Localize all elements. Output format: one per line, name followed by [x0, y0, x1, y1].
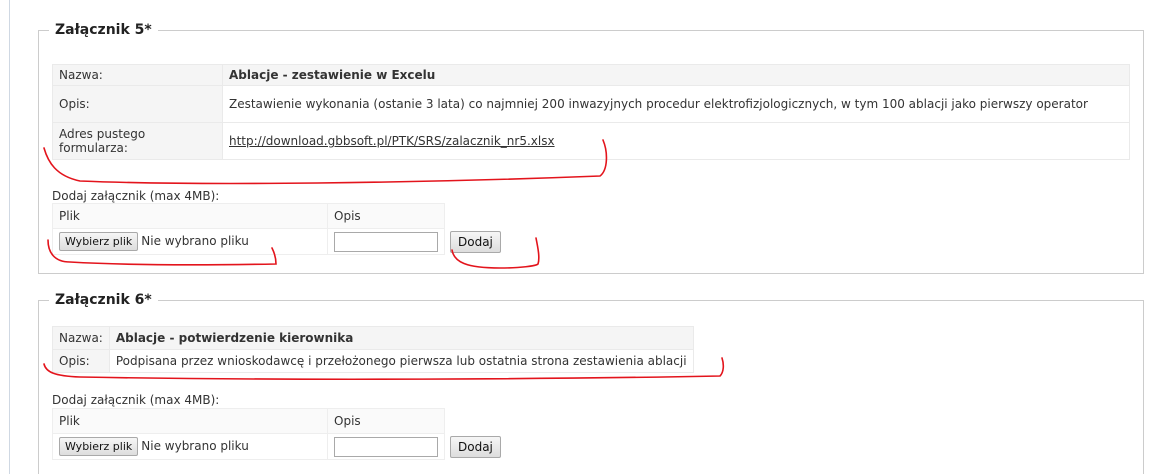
attachment-5-legend: Załącznik 5*: [55, 22, 152, 38]
description-label: Opis:: [52, 349, 110, 373]
table-row: Wybierz plik Nie wybrano pliku Dodaj: [52, 433, 507, 460]
choose-file-button[interactable]: Wybierz plik: [59, 437, 139, 456]
form-address-label: Adres pustego formularza:: [52, 122, 223, 160]
column-header-file: Plik: [52, 203, 328, 229]
form-address-value: http://download.gbbsoft.pl/PTK/SRS/zalac…: [222, 122, 1130, 160]
add-button-cell: Dodaj: [445, 434, 507, 460]
add-attachment-label: Dodaj załącznik (max 4MB):: [52, 393, 220, 407]
name-label: Nazwa:: [52, 64, 223, 86]
column-header-description: Opis: [327, 203, 445, 229]
left-border: [9, 0, 10, 474]
add-button[interactable]: Dodaj: [450, 435, 501, 458]
table-row: Adres pustego formularza: http://downloa…: [52, 122, 1130, 160]
add-attachment-label: Dodaj załącznik (max 4MB):: [52, 189, 220, 203]
name-value: Ablacje - zestawienie w Excelu: [222, 64, 1130, 86]
table-row: Plik Opis: [52, 408, 507, 434]
name-value: Ablacje - potwierdzenie kierownika: [108, 326, 694, 350]
description-value: Zestawienie wykonania (ostanie 3 lata) c…: [222, 85, 1130, 123]
file-cell: Wybierz plik Nie wybrano pliku: [52, 228, 328, 255]
no-file-chosen-text: Nie wybrano pliku: [141, 234, 249, 248]
description-value: Podpisana przez wnioskodawcę i przełożon…: [108, 349, 694, 373]
description-cell: [327, 433, 445, 460]
table-row: Nazwa: Ablacje - zestawienie w Excelu: [52, 64, 1130, 86]
attachment-6-legend: Załącznik 6*: [55, 292, 152, 308]
table-row: Opis: Zestawienie wykonania (ostanie 3 l…: [52, 85, 1130, 123]
file-cell: Wybierz plik Nie wybrano pliku: [52, 433, 328, 460]
description-label: Opis:: [52, 85, 223, 123]
name-label: Nazwa:: [52, 326, 110, 350]
table-row: Plik Opis: [52, 203, 507, 229]
add-button[interactable]: Dodaj: [450, 230, 501, 253]
choose-file-button[interactable]: Wybierz plik: [59, 232, 139, 251]
description-input[interactable]: [334, 436, 438, 457]
no-file-chosen-text: Nie wybrano pliku: [141, 439, 249, 453]
table-row: Wybierz plik Nie wybrano pliku Dodaj: [52, 228, 507, 255]
attachment-5-upload-table: Plik Opis Wybierz plik Nie wybrano pliku …: [52, 203, 507, 255]
description-cell: [327, 228, 445, 255]
description-input[interactable]: [334, 231, 438, 252]
add-button-cell: Dodaj: [445, 229, 507, 255]
attachment-6-info-table: Nazwa: Ablacje - potwierdzenie kierownik…: [52, 326, 694, 373]
table-row: Nazwa: Ablacje - potwierdzenie kierownik…: [52, 326, 694, 350]
form-download-link[interactable]: http://download.gbbsoft.pl/PTK/SRS/zalac…: [229, 134, 555, 148]
table-row: Opis: Podpisana przez wnioskodawcę i prz…: [52, 349, 694, 373]
column-header-description: Opis: [327, 408, 445, 434]
attachment-5-info-table: Nazwa: Ablacje - zestawienie w Excelu Op…: [52, 64, 1130, 160]
attachment-6-upload-table: Plik Opis Wybierz plik Nie wybrano pliku …: [52, 408, 507, 460]
page: Załącznik 5* Nazwa: Ablacje - zestawieni…: [0, 0, 1163, 474]
column-header-file: Plik: [52, 408, 328, 434]
